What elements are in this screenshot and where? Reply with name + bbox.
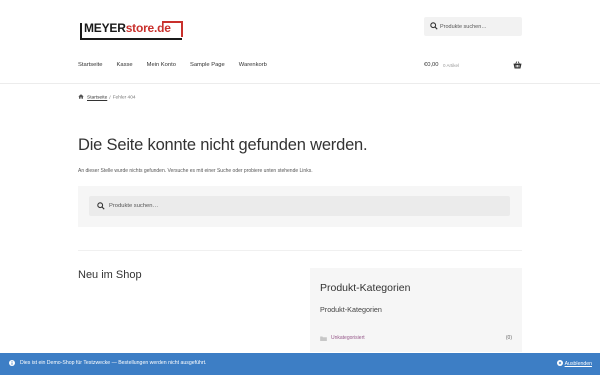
header-cart[interactable]: €0,00 0 Artikel [424, 61, 522, 71]
info-icon [9, 360, 15, 366]
store-notice-dismiss[interactable]: Ausblenden [556, 360, 592, 367]
logo-text-meyer: MEYER [84, 21, 126, 35]
page-title: Die Seite konnte nicht gefunden werden. [78, 136, 368, 154]
content-search-field[interactable] [89, 196, 510, 216]
store-notice-bar: Dies ist ein Demo-Shop für Testzwecke — … [0, 353, 600, 375]
header-search-input[interactable] [440, 20, 518, 33]
breadcrumb-current: Fehler 404 [112, 95, 136, 101]
product-categories-widget: Produkt-Kategorien Produkt-Kategorien Un… [310, 268, 522, 352]
nav-link-startseite[interactable]: Startseite [78, 62, 103, 68]
store-notice-message: Dies ist ein Demo-Shop für Testzwecke — … [20, 360, 207, 366]
logo-text-store: store.de [125, 21, 171, 35]
breadcrumb-separator: / [109, 95, 111, 101]
page-description: An dieser Stelle wurde nichts gefunden. … [78, 168, 313, 174]
widget-subheading: Produkt-Kategorien [320, 305, 382, 314]
basket-icon [513, 61, 522, 69]
category-count: (0) [505, 335, 512, 341]
category-item: Unkategorisiert (0) [320, 335, 512, 343]
close-icon [556, 360, 563, 366]
search-icon [97, 202, 105, 210]
search-icon [430, 22, 438, 30]
header-divider [0, 83, 600, 84]
nav-link-mein-konto[interactable]: Mein Konto [147, 62, 176, 68]
home-icon [78, 94, 84, 99]
folder-icon [320, 336, 327, 341]
content-search-input[interactable] [109, 200, 504, 212]
nav-link-kasse[interactable]: Kasse [117, 62, 133, 68]
cart-item-count: 0 Artikel [443, 62, 460, 68]
category-link-unkategorisiert[interactable]: Unkategorisiert [331, 335, 365, 341]
new-in-shop-heading: Neu im Shop [78, 269, 142, 281]
nav-link-sample-page[interactable]: Sample Page [190, 62, 225, 68]
primary-nav: Startseite Kasse Mein Konto Sample Page … [78, 62, 281, 68]
site-logo[interactable]: MEYERstore.de [78, 18, 188, 42]
content-search-panel [78, 186, 522, 227]
breadcrumb-home-link[interactable]: Startseite [87, 96, 107, 101]
section-divider [78, 250, 522, 251]
nav-link-warenkorb[interactable]: Warenkorb [239, 62, 267, 68]
dismiss-label: Ausblenden [564, 361, 592, 367]
breadcrumb: Startseite / Fehler 404 [78, 94, 136, 101]
cart-amount: €0,00 [424, 62, 439, 68]
logo-wordmark: MEYERstore.de [84, 21, 171, 35]
widget-heading: Produkt-Kategorien [320, 282, 411, 294]
header-search[interactable] [424, 17, 522, 36]
